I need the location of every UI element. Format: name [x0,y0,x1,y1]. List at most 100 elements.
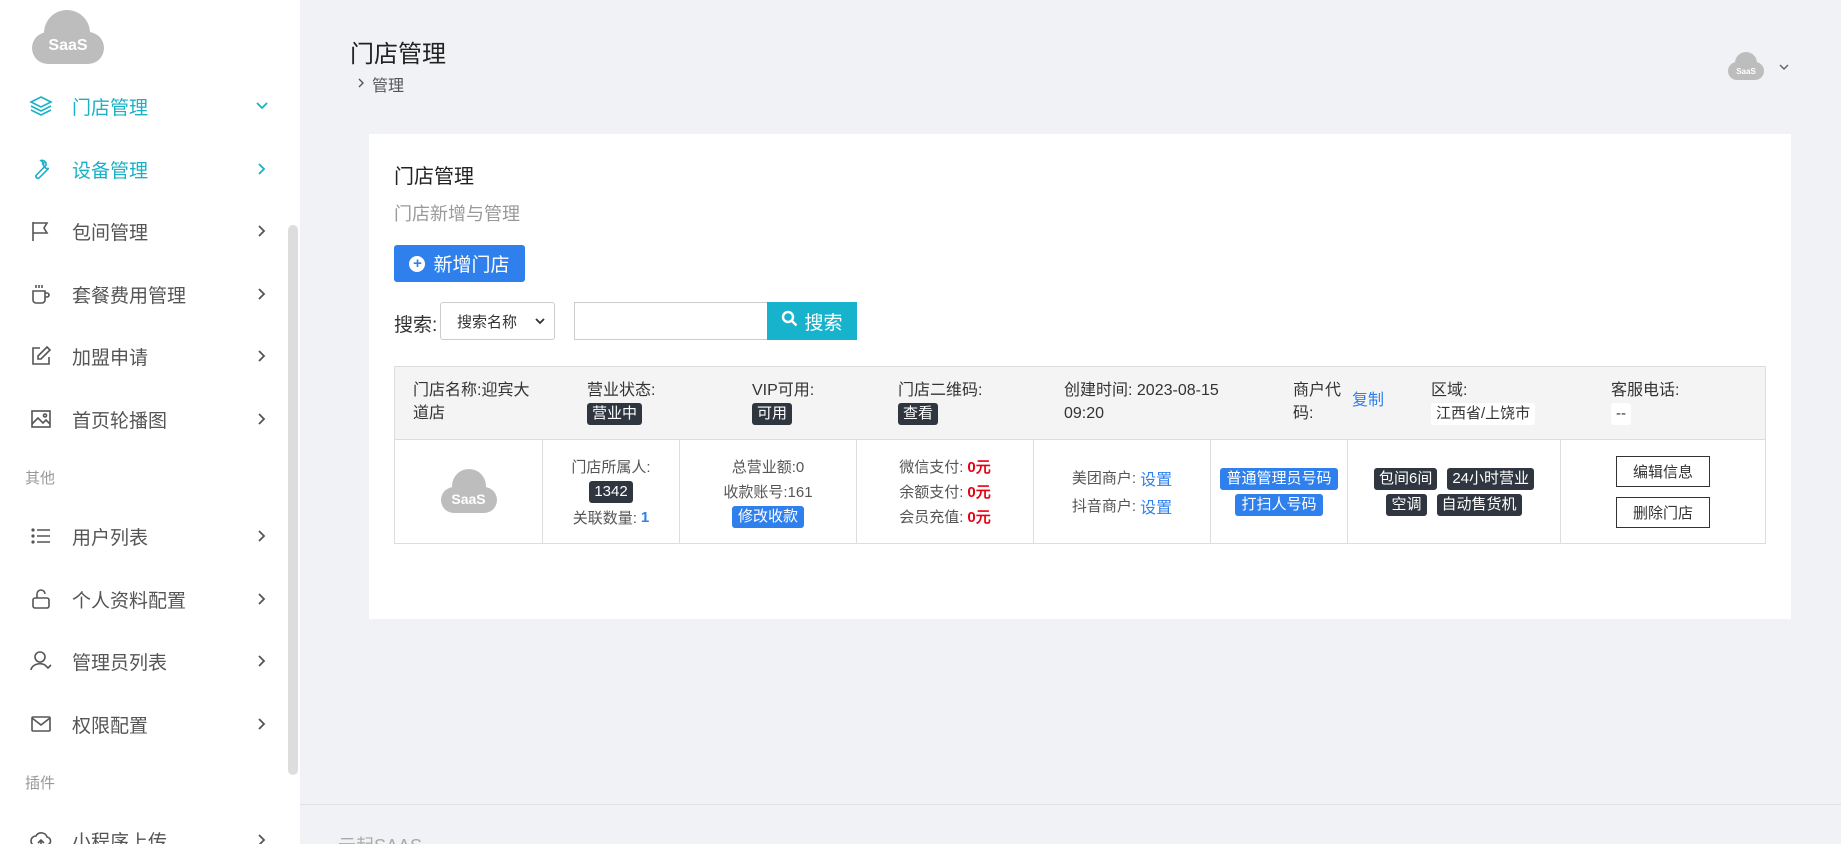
wechat-pay-value: 0元 [967,459,991,476]
vip-label: VIP可用: [752,382,815,399]
chevron-right-icon [255,287,269,301]
store-record-body: SaaS 门店所属人: 1342 关联数量: 1 总营业额:0 收款账号:161 … [395,440,1765,543]
search-input[interactable] [574,302,768,340]
sidebar-item-label: 管理员列表 [72,652,168,674]
chevron-down-icon [534,313,546,333]
tags-row-2: 空调 自动售货机 [1386,493,1522,516]
nav-section-other: 其他 [25,470,56,487]
tags-row-1: 包间6间 24小时营业 [1373,467,1535,490]
sidebar-item-room-management[interactable]: 包间管理 [0,206,290,256]
sidebar-item-store-management[interactable]: 门店管理 [0,81,290,131]
image-icon [28,406,54,432]
add-store-label: 新增门店 [433,255,510,276]
service-phone-cell: 客服电话: -- [1611,379,1679,425]
delete-store-button[interactable]: 删除门店 [1616,496,1710,528]
breadcrumb: 管理 [358,72,404,96]
chevron-down-icon [255,99,269,113]
card-title: 门店管理 [394,166,474,188]
sidebar-item-label: 个人资料配置 [72,590,187,612]
tag: 自动售货机 [1436,493,1522,516]
vip-badge: 可用 [752,403,793,425]
mail-icon [28,711,54,737]
qr-label: 门店二维码: [898,382,983,399]
linked-count: 关联数量: 1 [573,507,650,528]
sidebar-item-label: 套餐费用管理 [72,285,187,307]
chevron-down-icon[interactable] [1779,58,1789,76]
add-store-button[interactable]: + 新增门店 [394,245,525,282]
service-phone-label: 客服电话: [1611,382,1680,399]
meituan-label: 美团商户: [1071,470,1137,487]
sidebar-item-package-fees[interactable]: 套餐费用管理 [0,269,290,319]
sidebar-item-profile-config[interactable]: 个人资料配置 [0,574,290,624]
edit-icon [28,343,54,369]
sidebar-item-label: 门店管理 [72,97,149,119]
store-logo-text: SaaS [451,490,486,507]
view-qr-button[interactable]: 查看 [898,403,939,425]
search-type-select[interactable]: 搜索名称 [440,302,555,340]
search-label: 搜索: [394,315,438,336]
user-icon [28,648,54,674]
chevron-right-icon [255,654,269,668]
merchant-code-label: 商户代码: [1293,382,1342,422]
chevron-right-icon [255,529,269,543]
sidebar-item-miniprogram-upload[interactable]: 小程序上传 [0,815,290,844]
status-cell: 营业状态: 营业中 [587,379,655,425]
tag: 24小时营业 [1447,467,1535,490]
douyin-merchant: 抖音商户: 设置 [1072,494,1172,518]
sidebar-scrollbar[interactable] [288,225,298,775]
copy-merchant-code-link[interactable]: 复制 [1352,389,1384,412]
admin-qr-button[interactable]: 普通管理员号码 [1220,467,1338,490]
sidebar-item-user-list[interactable]: 用户列表 [0,511,290,561]
created-time: 创建时间: 2023-08-15 09:20 [1064,382,1219,422]
tag: 包间6间 [1373,467,1438,490]
region-cell: 区域: 江西省/上饶市 [1431,379,1536,425]
store-record: 门店名称:迎宾大道店 营业状态: 营业中 VIP可用: 可用 门店二维码: 查看… [394,366,1766,544]
cleaner-qr-button[interactable]: 打扫人号码 [1235,493,1323,516]
payment-cell: 微信支付: 0元 余额支付: 0元 会员充值: 0元 [857,440,1034,543]
flag-icon [28,218,54,244]
meituan-merchant: 美团商户: 设置 [1072,466,1172,490]
plus-circle-icon: + [409,255,426,272]
balance-pay: 余额支付: 0元 [899,481,991,502]
store-name: 门店名称:迎宾大道店 [413,382,530,422]
sidebar-item-label: 首页轮播图 [72,410,168,432]
edit-info-button[interactable]: 编辑信息 [1616,455,1710,487]
avatar[interactable]: SaaS [1726,50,1768,82]
upload-icon [28,827,54,844]
sidebar: SaaS 门店管理 设备管理 包间管理 套餐费用管理 加盟申请 首页轮播图 其他… [0,0,300,844]
merchant-cell: 美团商户: 设置 抖音商户: 设置 [1034,440,1211,543]
chevron-right-icon [255,162,269,176]
search-button[interactable]: 搜索 [767,302,857,340]
footer-divider [300,804,1841,805]
actions-cell: 编辑信息 删除门店 [1561,440,1765,543]
page-title: 门店管理 [350,41,446,68]
sidebar-item-label: 权限配置 [72,715,149,737]
tag: 空调 [1386,493,1427,516]
breadcrumb-item[interactable]: 管理 [372,72,404,96]
chevron-right-icon [255,349,269,363]
region-value: 江西省/上饶市 [1431,403,1536,425]
sidebar-item-permission-config[interactable]: 权限配置 [0,699,290,749]
balance-pay-value: 0元 [967,484,991,501]
modify-payee-button[interactable]: 修改收款 [731,505,804,528]
owner-value: 1342 [589,480,633,503]
store-management-card: 门店管理 门店新增与管理 + 新增门店 搜索: 搜索名称 搜索 门店名称:迎宾大… [369,134,1791,619]
footer-text: 云起SAAS [338,832,422,844]
sidebar-item-franchise-apply[interactable]: 加盟申请 [0,331,290,381]
douyin-setup-link[interactable]: 设置 [1140,494,1172,518]
coffee-icon [28,281,54,307]
qr-codes-cell: 普通管理员号码 打扫人号码 [1211,440,1348,543]
sidebar-item-label: 小程序上传 [72,831,168,844]
sidebar-item-home-carousel[interactable]: 首页轮播图 [0,394,290,444]
member-recharge: 会员充值: 0元 [899,506,991,527]
sidebar-item-device-management[interactable]: 设备管理 [0,144,290,194]
search-icon [781,310,798,333]
total-revenue: 总营业额:0 [731,458,805,476]
qr-cell: 门店二维码: 查看 [898,379,982,425]
sidebar-item-admin-list[interactable]: 管理员列表 [0,636,290,686]
meituan-setup-link[interactable]: 设置 [1140,466,1172,490]
tags-cell: 包间6间 24小时营业 空调 自动售货机 [1348,440,1561,543]
service-phone-value: -- [1611,403,1631,425]
sidebar-item-label: 加盟申请 [72,347,149,369]
logo-text: SaaS [48,37,88,54]
